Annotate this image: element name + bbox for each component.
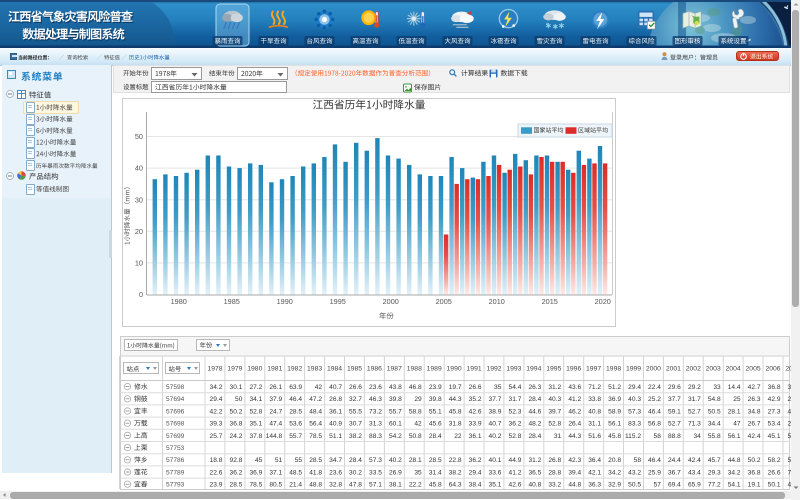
svg-text:575985769457696576985769957753: 5759857694576965769857699577535778657789… xyxy=(166,384,185,489)
svg-text:34.230.127.226.163.94240.726.6: 34.230.127.226.163.94240.726.623.643.846… xyxy=(210,384,800,489)
